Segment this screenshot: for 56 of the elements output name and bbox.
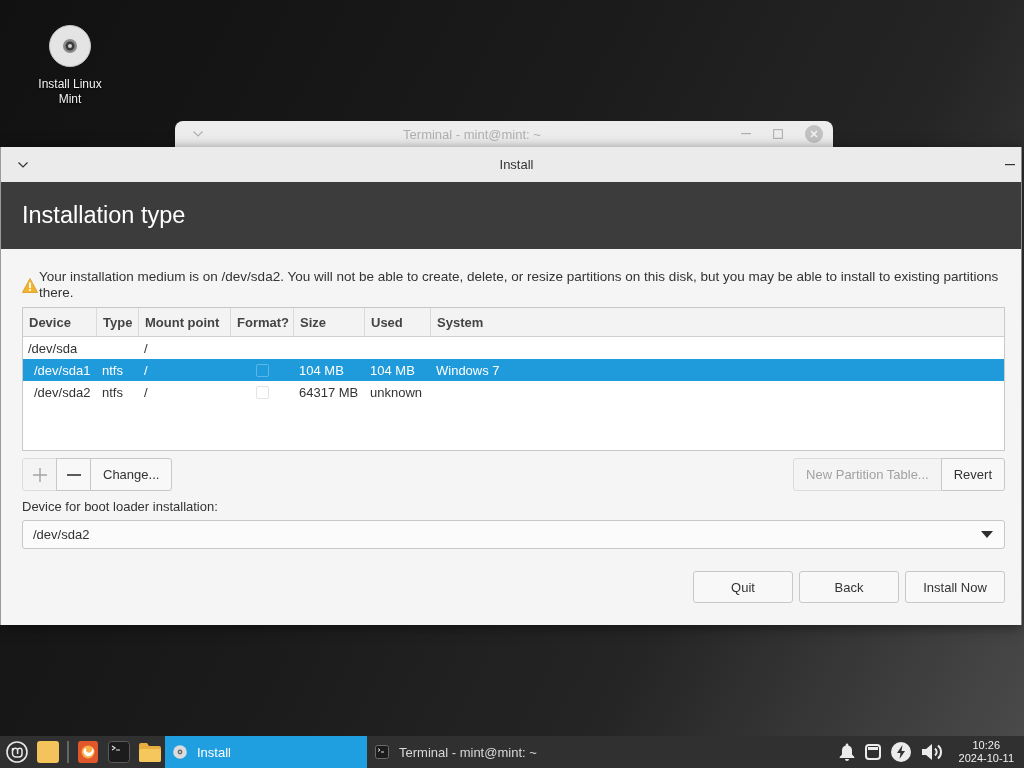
menu-icon[interactable] xyxy=(5,741,28,763)
change-button[interactable]: Change... xyxy=(90,458,173,491)
action-button[interactable]: Quit xyxy=(693,571,793,603)
page-heading: Installation type xyxy=(22,202,186,229)
table-cell-text: /dev/sda1 xyxy=(33,361,92,380)
plus-icon xyxy=(32,467,47,482)
minimize-icon[interactable] xyxy=(1005,163,1015,166)
table-cell-text: / xyxy=(143,361,149,380)
action-button[interactable]: Install Now xyxy=(905,571,1005,603)
format-checkbox[interactable] xyxy=(256,363,269,377)
minus-icon xyxy=(66,473,81,476)
table-cell-text: / xyxy=(143,383,149,402)
column-header: Used xyxy=(365,308,431,336)
browser-icon[interactable] xyxy=(77,741,98,763)
column-header: Device xyxy=(23,308,97,336)
table-cell-text: /dev/sda xyxy=(27,339,79,358)
folder-icon[interactable] xyxy=(138,742,161,762)
table-cell-text: ntfs xyxy=(101,383,124,402)
table-cell-text: / xyxy=(143,339,149,358)
disc-icon xyxy=(173,745,187,759)
table-cell-text: Windows 7 xyxy=(435,361,501,380)
column-header: Type xyxy=(97,308,139,336)
bootloader-label: Device for boot loader installation: xyxy=(22,499,219,515)
clock-date[interactable]: 2024-10-11 xyxy=(958,752,1014,765)
volume-icon[interactable] xyxy=(920,743,945,761)
bootloader-dropdown[interactable]: /dev/sda2 xyxy=(22,520,1005,549)
disc-icon[interactable] xyxy=(49,25,91,67)
table-cell-text: unknown xyxy=(369,383,424,402)
column-header: Mount point xyxy=(139,308,231,336)
window-icon[interactable] xyxy=(864,744,881,760)
remove-button[interactable] xyxy=(56,458,91,491)
table-cell-text: 104 MB xyxy=(298,361,345,380)
title-bar[interactable]: Install xyxy=(1,147,1021,182)
bell-icon[interactable] xyxy=(838,743,855,761)
action-button[interactable]: Back xyxy=(799,571,899,603)
taskbar-button[interactable]: Terminal - mint@mint: ~ xyxy=(367,736,569,768)
table-cell-text: 104 MB xyxy=(369,361,416,380)
tile-icon[interactable] xyxy=(36,741,59,763)
lightning-icon[interactable] xyxy=(890,742,911,762)
terminal-icon xyxy=(375,745,389,759)
desktop-icon-label[interactable]: Install Linux Mint xyxy=(30,77,110,107)
window-title: Terminal - mint@mint: ~ xyxy=(402,126,542,142)
caret-icon xyxy=(981,531,993,538)
column-header: System xyxy=(436,313,485,332)
clock-time[interactable]: 10:26 xyxy=(972,739,1001,752)
column-header: Size xyxy=(294,308,365,336)
warning-icon xyxy=(22,277,38,293)
table-cell-text: 64317 MB xyxy=(298,383,360,402)
chevron-icon[interactable] xyxy=(18,161,28,168)
table-cell-text: /dev/sda2 xyxy=(33,383,92,402)
column-header: Format? xyxy=(231,308,294,336)
window-title: Install xyxy=(498,157,535,172)
table-action-button[interactable]: Revert xyxy=(940,458,1005,491)
terminal-icon[interactable] xyxy=(107,741,130,763)
table-cell-text: ntfs xyxy=(101,361,124,380)
warning-message: Your installation medium is on /dev/sda2. You will not be able to create, delete, or resize partitions on this disk, but you may be able to install to existing partitions there. xyxy=(39,269,1000,301)
